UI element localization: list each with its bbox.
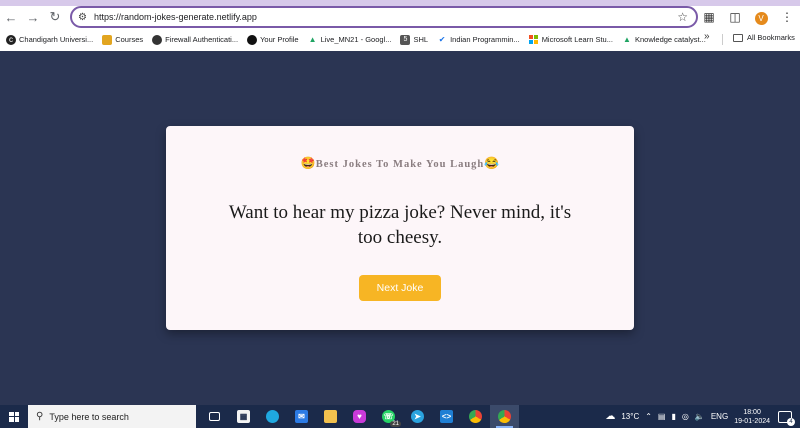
- telegram-icon[interactable]: ➤: [403, 405, 432, 428]
- whatsapp-icon[interactable]: ☏ 21: [374, 405, 403, 428]
- url-text[interactable]: https://random-jokes-generate.netlify.ap…: [94, 12, 257, 22]
- chevron-right-icon[interactable]: »: [704, 31, 710, 42]
- bookmark-item[interactable]: c Chandigarh Universi...: [6, 34, 94, 45]
- wifi-icon[interactable]: ◎: [682, 412, 689, 421]
- next-joke-button[interactable]: Next Joke: [359, 275, 441, 301]
- laughing-emoji-icon: 😂: [484, 156, 500, 170]
- start-button[interactable]: [0, 405, 28, 428]
- side-panel-icon[interactable]: ◫: [722, 10, 748, 24]
- joke-card: 🤩Best Jokes To Make You Laugh😂 Want to h…: [166, 126, 634, 330]
- search-placeholder[interactable]: Type here to search: [49, 412, 129, 422]
- vscode-icon[interactable]: <>: [432, 405, 461, 428]
- bookmark-star-icon[interactable]: ☆: [677, 10, 688, 24]
- browser-chrome: ← → ↻ ⚙ https://random-jokes-generate.ne…: [0, 0, 800, 51]
- microsoft-icon: [528, 34, 539, 45]
- bookmarks-bar: c Chandigarh Universi... Courses Firewal…: [0, 31, 800, 48]
- bookmark-item[interactable]: Your Profile: [247, 34, 299, 45]
- extensions-icon[interactable]: ▦: [696, 10, 722, 24]
- drive-icon: ▲: [308, 35, 317, 44]
- divider: [722, 34, 723, 45]
- bookmark-item[interactable]: Courses: [102, 34, 144, 45]
- bookmark-item[interactable]: ▲ Live_MN21 - Googl...: [308, 35, 392, 45]
- bookmark-label: Microsoft Learn Stu...: [541, 35, 613, 44]
- chrome-active-icon[interactable]: [490, 405, 519, 428]
- joke-text: Want to hear my pizza joke? Never mind, …: [228, 202, 572, 248]
- file-explorer-icon[interactable]: [316, 405, 345, 428]
- notification-count: 4: [787, 417, 795, 426]
- star-struck-emoji-icon: 🤩: [300, 156, 316, 170]
- search-icon: ⚲: [36, 411, 44, 422]
- drive-icon: ▲: [623, 35, 631, 44]
- card-title-text: Best Jokes To Make You Laugh: [315, 159, 485, 170]
- clock-time: 18:00: [743, 408, 761, 416]
- network-icon[interactable]: ▤: [658, 412, 666, 421]
- back-icon[interactable]: ←: [0, 6, 22, 28]
- browser-toolbar: ← → ↻ ⚙ https://random-jokes-generate.ne…: [0, 4, 800, 30]
- chandigarh-icon: c: [6, 34, 16, 45]
- chrome-icon[interactable]: [461, 405, 490, 428]
- bookmark-item[interactable]: ✔ Indian Programmin...: [437, 35, 520, 45]
- bookmark-label: Courses: [115, 35, 144, 44]
- taskbar: ⚲ Type here to search ▦ ✉ ♥ ☏ 21 ➤ <> ☁ …: [0, 405, 800, 428]
- bookmark-label: Chandigarh Universi...: [19, 35, 94, 44]
- store-icon[interactable]: ▦: [229, 405, 258, 428]
- taskbar-apps: ▦ ✉ ♥ ☏ 21 ➤ <>: [200, 405, 519, 428]
- bookmark-label: Live_MN21 - Googl...: [320, 35, 392, 44]
- folder-icon: [733, 33, 743, 42]
- globe-icon: [152, 34, 163, 45]
- edge-icon[interactable]: [258, 405, 287, 428]
- system-tray: ☁ 13°C ⌃ ▤ ▮ ◎ 🔈 ENG 18:00 19-01-2024 4: [605, 405, 800, 428]
- bookmark-label: SHL: [413, 35, 429, 44]
- ipa-icon: ✔: [438, 35, 446, 44]
- all-bookmarks-label: All Bookmarks: [747, 33, 795, 42]
- site-info-icon[interactable]: ⚙: [78, 12, 92, 23]
- bookmark-item[interactable]: 5 SHL: [400, 34, 429, 45]
- notification-icon[interactable]: 4: [778, 410, 795, 426]
- volume-icon[interactable]: 🔈: [695, 412, 705, 421]
- weather-text[interactable]: 13°C: [621, 412, 639, 421]
- bookmark-item[interactable]: Microsoft Learn Stu...: [528, 34, 613, 45]
- chevron-up-icon[interactable]: ⌃: [645, 412, 652, 421]
- card-title: 🤩Best Jokes To Make You Laugh😂: [166, 156, 634, 171]
- bookmark-label: Indian Programmin...: [450, 35, 520, 44]
- cloud-icon[interactable]: ☁: [605, 411, 615, 422]
- mail-icon[interactable]: ✉: [287, 405, 316, 428]
- toolbar-actions: ▦ ◫ V ⋮: [696, 6, 800, 28]
- windows-icon: [9, 411, 19, 422]
- forward-icon[interactable]: →: [22, 6, 44, 28]
- app-purple-icon[interactable]: ♥: [345, 405, 374, 428]
- shl-icon: 5: [400, 34, 411, 45]
- battery-icon[interactable]: ▮: [671, 412, 675, 421]
- profile-avatar[interactable]: V: [748, 10, 774, 25]
- bookmark-label: Your Profile: [260, 35, 299, 44]
- courses-icon: [102, 34, 113, 45]
- address-bar[interactable]: ⚙ https://random-jokes-generate.netlify.…: [70, 6, 698, 28]
- clock-date: 19-01-2024: [734, 417, 770, 425]
- bookmark-label: Firewall Authenticati...: [165, 35, 239, 44]
- all-bookmarks-button[interactable]: All Bookmarks: [733, 33, 795, 42]
- task-view-icon[interactable]: [200, 405, 229, 428]
- bookmark-label: Knowledge catalyst...: [634, 35, 706, 44]
- reload-icon[interactable]: ↻: [44, 6, 66, 28]
- avatar[interactable]: V: [754, 11, 768, 25]
- bookmark-item[interactable]: Firewall Authenticati...: [152, 34, 239, 45]
- bookmark-item[interactable]: ▲ Knowledge catalyst...: [622, 35, 706, 45]
- taskbar-search[interactable]: ⚲ Type here to search: [28, 405, 196, 428]
- language-indicator[interactable]: ENG: [711, 412, 728, 421]
- github-icon: [247, 34, 258, 45]
- menu-icon[interactable]: ⋮: [774, 10, 800, 24]
- whatsapp-badge: 21: [390, 421, 401, 427]
- clock[interactable]: 18:00 19-01-2024: [734, 408, 770, 426]
